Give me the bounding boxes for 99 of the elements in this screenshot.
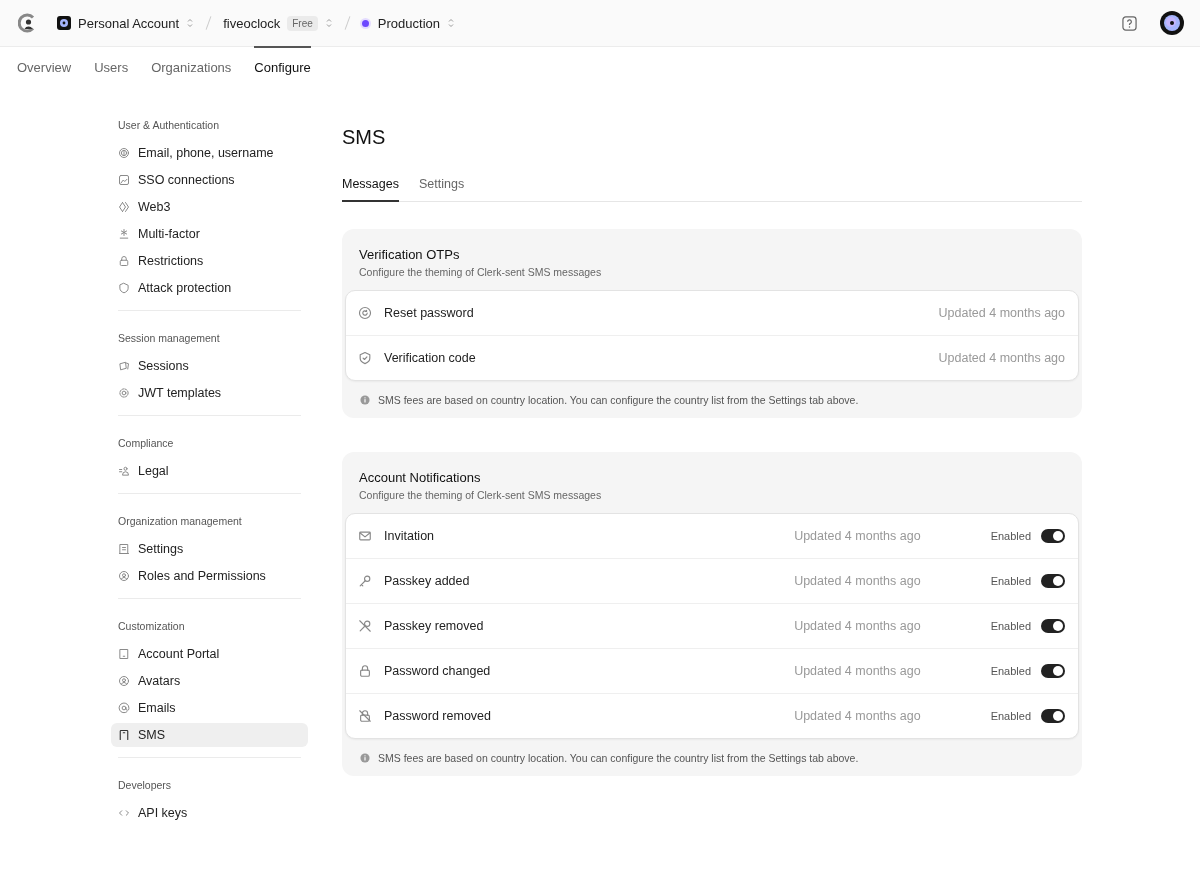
- building-icon: [118, 543, 130, 555]
- template-name: Passkey removed: [384, 619, 485, 633]
- template-name: Invitation: [384, 529, 436, 543]
- sidebar-item[interactable]: Avatars: [111, 669, 308, 693]
- toggle-switch[interactable]: [1041, 709, 1065, 723]
- plan-badge: Free: [287, 15, 318, 31]
- page-title: SMS: [342, 126, 387, 149]
- section-heading: User & Authentication: [117, 118, 220, 133]
- sidebar-item[interactable]: Settings: [111, 537, 308, 561]
- toggle-switch[interactable]: [1041, 574, 1065, 588]
- updated-text: Updated 4 months ago: [794, 664, 921, 678]
- nav-tab[interactable]: Overview: [17, 46, 72, 85]
- sidebar-item[interactable]: API keys: [111, 801, 308, 825]
- status-label: Enabled: [990, 665, 1031, 677]
- section-heading: Customization: [117, 619, 186, 634]
- diamond-icon: [118, 201, 130, 213]
- code-icon: [118, 807, 130, 819]
- sidebar-item[interactable]: Email, phone, username: [111, 141, 308, 165]
- key-icon: [358, 574, 372, 588]
- cards-icon: [118, 360, 130, 372]
- updated-text: Updated 4 months ago: [794, 709, 921, 723]
- sidebar-item[interactable]: Emails: [111, 696, 308, 720]
- at-icon: [118, 702, 130, 714]
- tab[interactable]: Settings: [419, 177, 465, 202]
- section-heading: Session management: [117, 331, 221, 346]
- user-circle-icon: [118, 675, 130, 687]
- sidebar-item[interactable]: SMS: [111, 723, 308, 747]
- sidebar-item[interactable]: Account Portal: [111, 642, 308, 666]
- sidebar-item[interactable]: SSO connections: [111, 168, 308, 192]
- template-row[interactable]: Password changed Updated 4 months ago Enabled: [346, 648, 1078, 693]
- breadcrumb-link[interactable]: fiveoclock: [223, 15, 281, 31]
- reset-icon: [358, 306, 372, 320]
- sidebar-item[interactable]: Multi-factor: [111, 222, 308, 246]
- phone-icon: [118, 729, 130, 741]
- account-icon: [57, 16, 71, 30]
- shield-icon: [118, 282, 130, 294]
- section-heading: Organization management: [117, 514, 243, 529]
- status-label: Enabled: [990, 620, 1031, 632]
- sidebar-item[interactable]: Legal: [111, 459, 308, 483]
- nav-tab[interactable]: Configure: [254, 46, 311, 85]
- status-label: Enabled: [990, 530, 1031, 542]
- updated-text: Updated 4 months ago: [938, 351, 1065, 365]
- people-icon: [118, 465, 130, 477]
- template-name: Passkey added: [384, 574, 471, 588]
- gear-icon: [118, 387, 130, 399]
- updated-text: Updated 4 months ago: [938, 306, 1065, 320]
- info-note: SMS fees are based on country location. You can configure the country list from the Settings tab above.: [378, 752, 859, 764]
- template-name: Password changed: [384, 664, 492, 678]
- template-name: Reset password: [384, 306, 475, 320]
- status-label: Enabled: [990, 710, 1031, 722]
- status-dot: [361, 19, 369, 27]
- card-subtitle: Configure the theming of Clerk-sent SMS messages: [358, 265, 603, 280]
- card-title: Account Notifications: [358, 470, 482, 485]
- info-icon: [360, 395, 370, 405]
- nav-tab[interactable]: Users: [94, 46, 129, 85]
- toggle-switch[interactable]: [1041, 619, 1065, 633]
- breadcrumb-link[interactable]: Personal Account: [78, 15, 180, 31]
- shield-check-icon: [358, 351, 372, 365]
- section-heading: Developers: [117, 778, 173, 793]
- template-row[interactable]: Passkey removed Updated 4 months ago Enabled: [346, 603, 1078, 648]
- fingerprint-icon: [118, 147, 130, 159]
- crossed-lock-icon: [358, 709, 372, 723]
- info-icon: [360, 753, 370, 763]
- card-title: Verification OTPs: [358, 247, 461, 262]
- avatar-icon[interactable]: [1160, 11, 1184, 35]
- sidebar-item[interactable]: JWT templates: [111, 381, 308, 405]
- tab[interactable]: Messages: [342, 177, 399, 202]
- updated-text: Updated 4 months ago: [794, 619, 921, 633]
- toggle-switch[interactable]: [1041, 529, 1065, 543]
- template-row[interactable]: Reset password Updated 4 months ago: [346, 291, 1078, 335]
- template-row[interactable]: Invitation Updated 4 months ago Enabled: [346, 514, 1078, 558]
- mail-icon: [358, 529, 372, 543]
- user-circle-icon: [118, 570, 130, 582]
- template-row[interactable]: Verification code Updated 4 months ago: [346, 335, 1078, 380]
- crossed-key-icon: [358, 619, 372, 633]
- nav-tab[interactable]: Organizations: [151, 46, 232, 85]
- toggle-switch[interactable]: [1041, 664, 1065, 678]
- sidebar-item[interactable]: Attack protection: [111, 276, 308, 300]
- help-icon[interactable]: [1122, 15, 1137, 31]
- template-row[interactable]: Password removed Updated 4 months ago Enabled: [346, 693, 1078, 738]
- asterisk-icon: [118, 228, 130, 240]
- breadcrumb-link[interactable]: Production: [377, 15, 440, 31]
- image-icon: [118, 174, 130, 186]
- template-name: Password removed: [384, 709, 492, 723]
- info-note: SMS fees are based on country location. You can configure the country list from the Settings tab above.: [378, 394, 859, 406]
- updated-text: Updated 4 months ago: [794, 574, 921, 588]
- template-name: Verification code: [384, 351, 477, 365]
- section-heading: Compliance: [117, 436, 175, 451]
- template-row[interactable]: Passkey added Updated 4 months ago Enabled: [346, 558, 1078, 603]
- sidebar-item[interactable]: Sessions: [111, 354, 308, 378]
- portal-icon: [118, 648, 130, 660]
- sidebar-item[interactable]: Web3: [111, 195, 308, 219]
- sidebar-item[interactable]: Restrictions: [111, 249, 308, 273]
- lock-icon: [118, 255, 130, 267]
- card-subtitle: Configure the theming of Clerk-sent SMS messages: [358, 488, 603, 503]
- lock-icon: [358, 664, 372, 678]
- status-label: Enabled: [990, 575, 1031, 587]
- sidebar-item[interactable]: Roles and Permissions: [111, 564, 308, 588]
- updated-text: Updated 4 months ago: [794, 529, 921, 543]
